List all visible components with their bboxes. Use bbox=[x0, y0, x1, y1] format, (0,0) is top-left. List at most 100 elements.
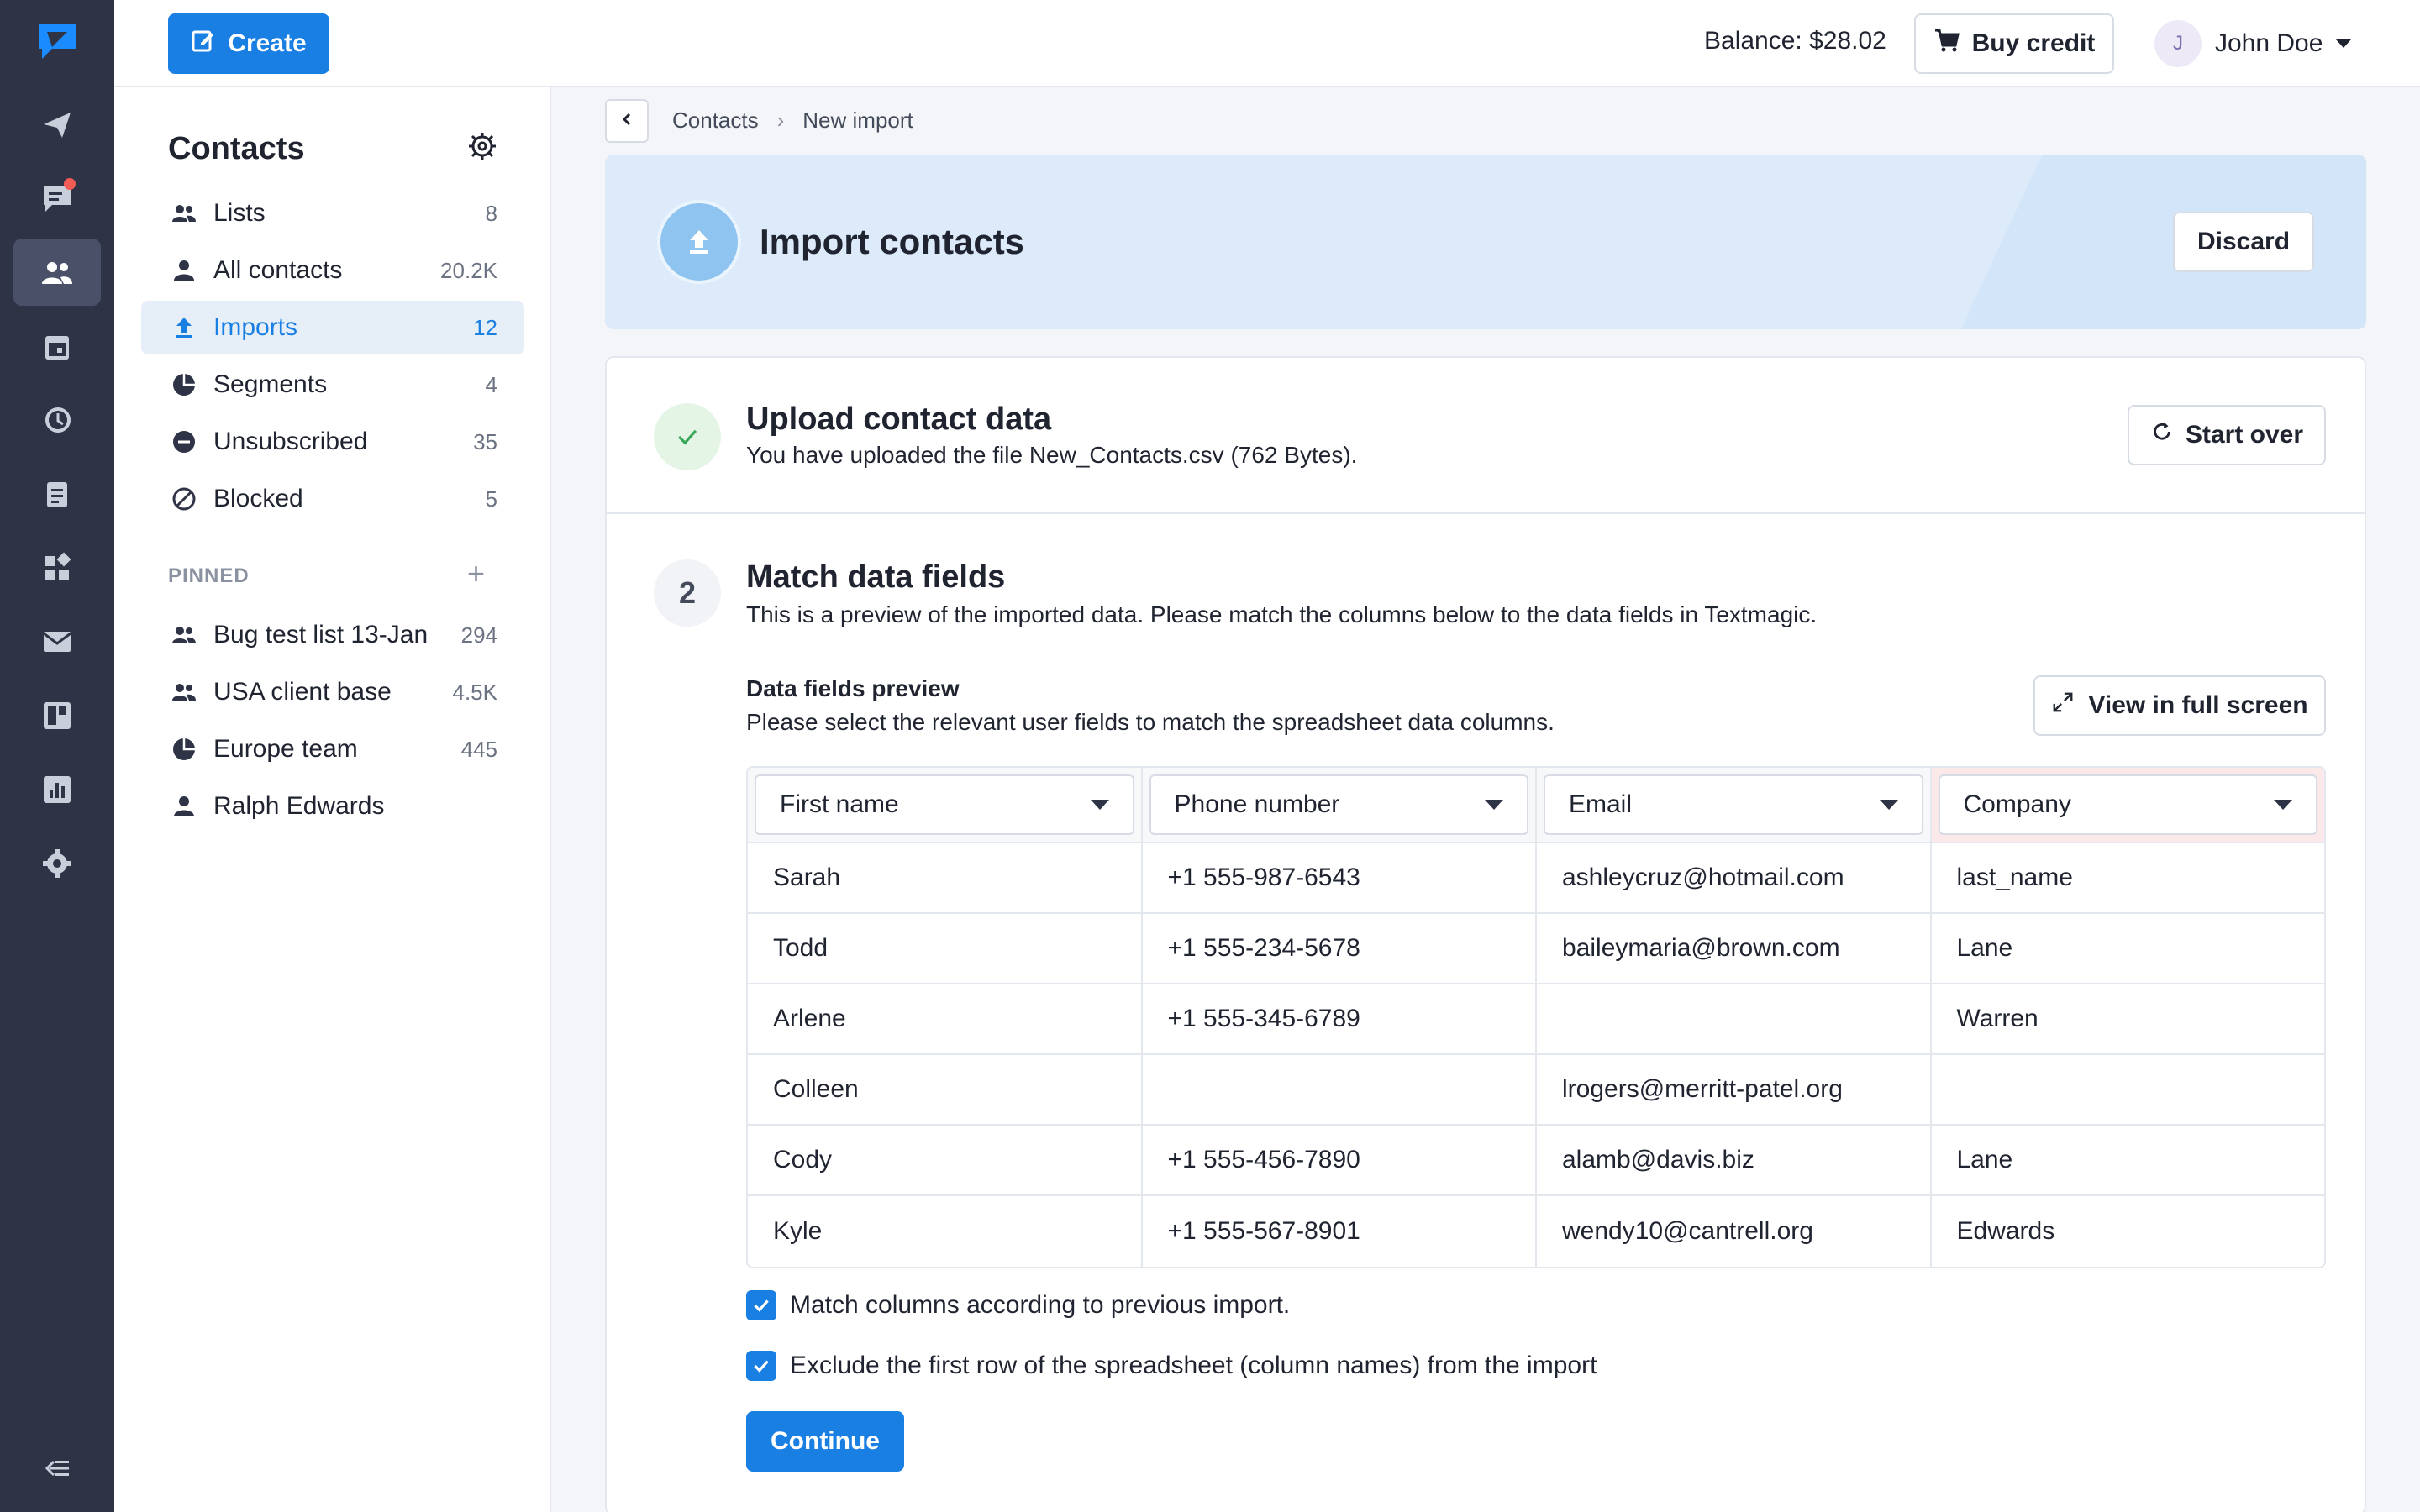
sidebar-item-label: Segments bbox=[213, 370, 328, 398]
sidebar-item-label: Lists bbox=[213, 199, 266, 227]
history-icon[interactable] bbox=[13, 386, 101, 454]
table-cell: Kyle bbox=[748, 1196, 1143, 1267]
preview-subtitle: Please select the relevant user fields t… bbox=[746, 709, 1555, 735]
exclude-first-row-checkbox[interactable] bbox=[746, 1351, 776, 1381]
table-cell bbox=[1932, 1055, 2325, 1124]
table-cell: baileymaria@brown.com bbox=[1537, 914, 1932, 983]
sidebar-item-blocked[interactable]: Blocked 5 bbox=[141, 472, 524, 526]
buy-credit-button[interactable]: Buy credit bbox=[1914, 13, 2114, 74]
table-cell bbox=[1537, 984, 1932, 1053]
top-bar: Create Balance: $28.02 Buy credit J John… bbox=[114, 0, 2420, 87]
gear-icon[interactable] bbox=[466, 129, 499, 163]
logo-icon[interactable] bbox=[34, 18, 81, 66]
widgets-icon[interactable] bbox=[13, 534, 101, 601]
chat-icon[interactable] bbox=[13, 165, 101, 232]
select-value: First name bbox=[780, 790, 899, 818]
table-cell: alamb@davis.biz bbox=[1537, 1126, 1932, 1194]
sidebar-item-unsubscribed[interactable]: Unsubscribed 35 bbox=[141, 415, 524, 469]
continue-button[interactable]: Continue bbox=[746, 1411, 904, 1472]
breadcrumb-contacts[interactable]: Contacts bbox=[672, 108, 759, 134]
person-icon bbox=[170, 256, 198, 285]
breadcrumb: Contacts › New import bbox=[672, 108, 913, 134]
sidebar-item-all-contacts[interactable]: All contacts 20.2K bbox=[141, 244, 524, 297]
table-row: Arlene +1 555-345-6789 Warren bbox=[748, 984, 2324, 1055]
column-header: Email bbox=[1537, 768, 1932, 842]
match-columns-label: Match columns according to previous impo… bbox=[790, 1291, 1291, 1319]
contacts-icon[interactable] bbox=[13, 239, 101, 306]
field-select-email[interactable]: Email bbox=[1544, 774, 1923, 835]
view-full-screen-label: View in full screen bbox=[2088, 691, 2308, 719]
send-icon[interactable] bbox=[13, 91, 101, 158]
view-full-screen-button[interactable]: View in full screen bbox=[2033, 675, 2326, 736]
table-cell: +1 555-345-6789 bbox=[1143, 984, 1537, 1053]
sidebar-item-segments[interactable]: Segments 4 bbox=[141, 358, 524, 412]
sidebar-item-lists[interactable]: Lists 8 bbox=[141, 186, 524, 240]
blocked-icon bbox=[170, 485, 198, 513]
sidebar-item-label: Europe team bbox=[213, 735, 358, 763]
cart-icon bbox=[1933, 27, 1960, 60]
app-root: Create Balance: $28.02 Buy credit J John… bbox=[0, 0, 2420, 1512]
step1-title: Upload contact data bbox=[746, 402, 1052, 437]
caret-down-icon bbox=[1090, 800, 1109, 810]
table-cell: Edwards bbox=[1956, 1217, 2055, 1245]
table-cell: +1 555-567-8901 bbox=[1143, 1196, 1537, 1267]
field-select-phone-number[interactable]: Phone number bbox=[1149, 774, 1528, 835]
sidebar-item-label: Ralph Edwards bbox=[213, 792, 385, 820]
check-icon bbox=[654, 403, 721, 470]
sidebar-item-label: Blocked bbox=[213, 485, 303, 512]
person-icon bbox=[170, 792, 198, 821]
upload-icon bbox=[657, 200, 741, 284]
people-icon bbox=[170, 678, 198, 706]
sidebar-item-count: 445 bbox=[460, 736, 497, 762]
table-cell: Lane bbox=[1956, 1146, 2013, 1173]
minus-circle-icon bbox=[170, 428, 198, 456]
sidebar-item-imports[interactable]: Imports 12 bbox=[141, 301, 524, 354]
table-cell: +1 555-987-6543 bbox=[1143, 843, 1537, 912]
buy-credit-label: Buy credit bbox=[1971, 29, 2096, 57]
expand-icon bbox=[2051, 690, 2075, 721]
pinned-heading: PINNED bbox=[168, 564, 250, 587]
create-label: Create bbox=[228, 29, 307, 57]
chevron-right-icon: › bbox=[776, 108, 785, 133]
mail-icon[interactable] bbox=[13, 608, 101, 675]
field-select-company[interactable]: Company bbox=[1938, 774, 2317, 835]
pinned-item-bug-test-list[interactable]: Bug test list 13-Jan 294 bbox=[141, 608, 524, 662]
breadcrumb-current: New import bbox=[802, 108, 913, 133]
clipboard-icon[interactable] bbox=[13, 460, 101, 528]
sidebar-item-label: USA client base bbox=[213, 678, 392, 706]
exclude-first-row-label: Exclude the first row of the spreadsheet… bbox=[790, 1352, 1597, 1379]
board-icon[interactable] bbox=[13, 682, 101, 749]
match-columns-checkbox[interactable] bbox=[746, 1290, 776, 1320]
calendar-icon[interactable] bbox=[13, 312, 101, 380]
field-select-first-name[interactable]: First name bbox=[755, 774, 1134, 835]
user-menu[interactable]: J John Doe bbox=[2154, 20, 2352, 67]
step2-subtitle: This is a preview of the imported data. … bbox=[746, 601, 1818, 627]
user-name: John Doe bbox=[2215, 29, 2323, 57]
sidebar-item-label: All contacts bbox=[213, 256, 343, 284]
select-value: Company bbox=[1963, 790, 2071, 818]
sidebar-item-label: Unsubscribed bbox=[213, 428, 368, 455]
table-cell: wendy10@cantrell.org bbox=[1537, 1196, 1932, 1267]
notification-dot bbox=[64, 178, 76, 190]
table-cell: Sarah bbox=[748, 843, 1143, 912]
pinned-item-usa-client-base[interactable]: USA client base 4.5K bbox=[141, 665, 524, 719]
collapse-icon[interactable] bbox=[13, 1435, 101, 1502]
pinned-item-europe-team[interactable]: Europe team 445 bbox=[141, 722, 524, 776]
add-pinned-icon[interactable]: + bbox=[467, 556, 485, 591]
refresh-icon bbox=[2150, 420, 2174, 450]
people-icon bbox=[170, 621, 198, 649]
pinned-item-ralph-edwards[interactable]: Ralph Edwards bbox=[141, 780, 524, 833]
back-button[interactable] bbox=[605, 99, 649, 143]
chart-icon[interactable] bbox=[13, 756, 101, 823]
sidebar-item-count: 5 bbox=[485, 486, 497, 512]
sidebar-item-label: Bug test list 13-Jan bbox=[213, 621, 429, 648]
page-title: Import contacts bbox=[760, 222, 1025, 261]
settings-icon[interactable] bbox=[13, 830, 101, 897]
import-card: Upload contact data You have uploaded th… bbox=[605, 356, 2366, 1512]
table-cell: Todd bbox=[748, 914, 1143, 983]
discard-button[interactable]: Discard bbox=[2173, 212, 2314, 272]
chevron-down-icon bbox=[2336, 39, 2352, 48]
table-row: Sarah +1 555-987-6543 ashleycruz@hotmail… bbox=[748, 843, 2324, 914]
start-over-button[interactable]: Start over bbox=[2128, 405, 2326, 465]
create-button[interactable]: Create bbox=[168, 13, 329, 74]
